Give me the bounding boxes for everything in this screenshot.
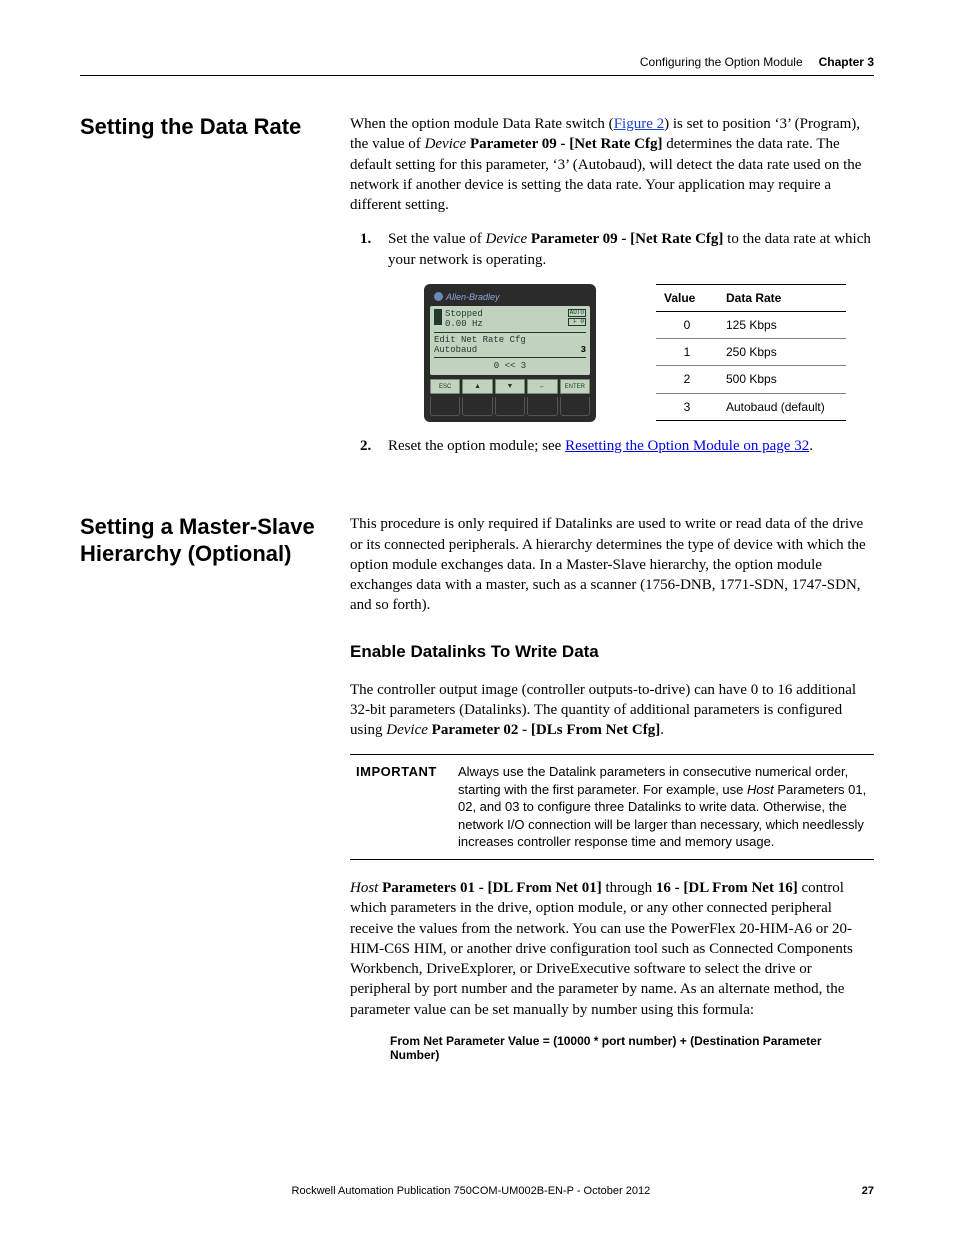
host-params-para: Host Parameters 01 - [DL From Net 01] th… <box>350 878 874 1020</box>
data-rate-table: Value Data Rate 0 125 Kbps 1 <box>656 284 846 421</box>
important-box: IMPORTANT Always use the Datalink parame… <box>350 754 874 860</box>
him-keys: ESC ▲ ▼ ← ENTER <box>430 379 590 394</box>
important-label: IMPORTANT <box>356 763 458 851</box>
text-bold: Parameter 02 - [DLs From Net Cfg] <box>428 722 660 738</box>
running-header: Configuring the Option Module Chapter 3 <box>80 55 874 76</box>
subhead-enable-datalinks: Enable Datalinks To Write Data <box>350 642 874 662</box>
section-title-data-rate: Setting the Data Rate <box>80 114 320 140</box>
header-section: Configuring the Option Module <box>640 55 803 69</box>
page: Configuring the Option Module Chapter 3 … <box>0 0 954 1235</box>
step-2: Reset the option module; see Resetting t… <box>374 436 874 456</box>
him-brand: Allen-Bradley <box>430 290 590 306</box>
text: . <box>809 438 813 454</box>
cell: 0 <box>656 311 718 338</box>
him-hz: 0.00 Hz <box>445 319 483 329</box>
key-enter[interactable]: ENTER <box>560 379 590 394</box>
him-value-num: 3 <box>581 345 586 355</box>
text: Set the value of <box>388 231 485 247</box>
intro-paragraph: When the option module Data Rate switch … <box>350 114 874 215</box>
status-bar-icon <box>434 309 442 325</box>
text: control which parameters in the drive, o… <box>350 880 853 1018</box>
key-esc[interactable]: ESC <box>430 379 460 394</box>
softkey <box>527 397 557 416</box>
formula: From Net Parameter Value = (10000 * port… <box>390 1034 874 1062</box>
th-value: Value <box>656 284 718 311</box>
table-row: 1 250 Kbps <box>656 339 846 366</box>
footer-publication: Rockwell Automation Publication 750COM-U… <box>80 1185 862 1197</box>
him-range: 0 << 3 <box>434 361 586 371</box>
brand-text: Allen-Bradley <box>446 291 500 303</box>
text-bold: Parameter 09 - [Net Rate Cfg] <box>466 136 662 152</box>
text-italic: Device <box>386 722 428 738</box>
important-body: Always use the Datalink parameters in co… <box>458 763 868 851</box>
section-master-slave: Setting a Master-Slave Hierarchy (Option… <box>80 514 874 1061</box>
text-italic: Host <box>747 782 774 797</box>
cell: Autobaud (default) <box>718 393 846 420</box>
softkey <box>495 397 525 416</box>
him-softkeys <box>430 397 590 416</box>
him-edit-label: Edit Net Rate Cfg <box>434 335 586 345</box>
steps-list: Set the value of Device Parameter 09 - [… <box>350 229 874 456</box>
him-status: Stopped <box>445 309 483 319</box>
figure-2-link[interactable]: Figure 2 <box>614 116 664 132</box>
him-badge-auto: AUTO <box>568 309 586 317</box>
text-bold: Parameters 01 - [DL From Net 01] <box>378 880 601 896</box>
text-bold: 16 - [DL From Net 16] <box>656 880 798 896</box>
cell: 500 Kbps <box>718 366 846 393</box>
cell: 125 Kbps <box>718 311 846 338</box>
text-bold: Parameter 09 - [Net Rate Cfg] <box>527 231 723 247</box>
ms-intro: This procedure is only required if Datal… <box>350 514 874 615</box>
section-title-master-slave: Setting a Master-Slave Hierarchy (Option… <box>80 514 320 567</box>
header-chapter: Chapter 3 <box>819 55 874 69</box>
text: . <box>660 722 664 738</box>
text-italic: Host <box>350 880 378 896</box>
figure-row: Allen-Bradley Stopped 0.00 Hz <box>424 284 874 422</box>
section-data-rate: Setting the Data Rate When the option mo… <box>80 114 874 466</box>
brand-logo-icon <box>434 292 443 301</box>
table-row: 2 500 Kbps <box>656 366 846 393</box>
text-italic: Device <box>485 231 527 247</box>
key-left[interactable]: ← <box>527 379 557 394</box>
th-data-rate: Data Rate <box>718 284 846 311</box>
softkey <box>462 397 492 416</box>
text: Reset the option module; see <box>388 438 565 454</box>
him-lcd: Stopped 0.00 Hz AUTO F 0 <box>430 306 590 375</box>
cell: 3 <box>656 393 718 420</box>
him-value-label: Autobaud <box>434 345 477 355</box>
page-number: 27 <box>862 1185 874 1197</box>
step-1: Set the value of Device Parameter 09 - [… <box>374 229 874 422</box>
table-row: 0 125 Kbps <box>656 311 846 338</box>
softkey <box>430 397 460 416</box>
text: When the option module Data Rate switch … <box>350 116 614 132</box>
footer: Rockwell Automation Publication 750COM-U… <box>80 1185 874 1197</box>
him-device: Allen-Bradley Stopped 0.00 Hz <box>424 284 596 422</box>
datalinks-para: The controller output image (controller … <box>350 680 874 741</box>
him-badge-f: F 0 <box>568 318 586 326</box>
key-up[interactable]: ▲ <box>462 379 492 394</box>
reset-module-link[interactable]: Resetting the Option Module on page 32 <box>565 438 809 454</box>
cell: 1 <box>656 339 718 366</box>
table-row: 3 Autobaud (default) <box>656 393 846 420</box>
text-italic: Device <box>425 136 467 152</box>
cell: 2 <box>656 366 718 393</box>
cell: 250 Kbps <box>718 339 846 366</box>
key-down[interactable]: ▼ <box>495 379 525 394</box>
text: through <box>602 880 656 896</box>
softkey <box>560 397 590 416</box>
